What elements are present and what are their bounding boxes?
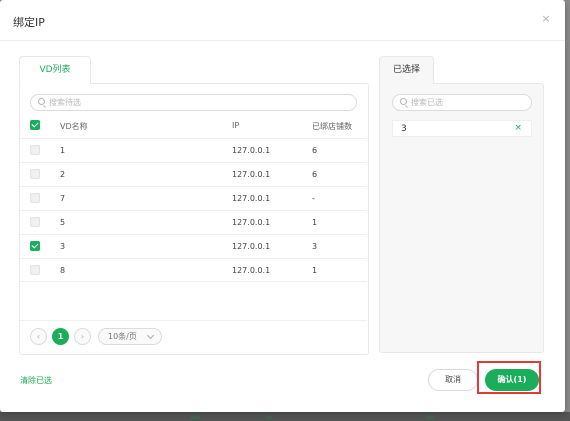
- checkbox-unchecked-icon: [30, 169, 40, 179]
- table-row[interactable]: 5 127.0.0.1 1: [20, 210, 367, 234]
- row-count: 6: [312, 146, 318, 155]
- page-size-value: 10条/页: [108, 332, 137, 341]
- row-name: 7: [60, 194, 66, 203]
- row-name: 3: [60, 242, 66, 251]
- divider: [0, 40, 565, 41]
- prev-page-button[interactable]: ‹: [30, 328, 47, 345]
- table-row[interactable]: 3 127.0.0.1 3: [20, 234, 367, 258]
- remove-icon[interactable]: ×: [514, 123, 522, 133]
- tab-selected-label: 已选择: [392, 65, 420, 75]
- row-ip: 127.0.0.1: [232, 146, 271, 155]
- chevron-down-icon: [146, 331, 155, 340]
- row-ip: 127.0.0.1: [232, 242, 271, 251]
- search-icon: [400, 98, 407, 105]
- background-element: [265, 415, 273, 419]
- row-name: 8: [60, 266, 66, 275]
- column-header-ip: IP: [232, 121, 240, 130]
- column-header-count: 已绑店铺数: [312, 122, 352, 131]
- current-page-button[interactable]: 1: [52, 328, 69, 345]
- row-count: 3: [312, 242, 318, 251]
- row-ip: 127.0.0.1: [232, 266, 271, 275]
- table-row[interactable]: 7 127.0.0.1 -: [20, 186, 367, 210]
- table-bottom-divider: [20, 320, 367, 321]
- table-row[interactable]: 2 127.0.0.1 6: [20, 162, 367, 186]
- row-ip: 127.0.0.1: [232, 170, 271, 179]
- search-placeholder: 搜索已选: [411, 98, 443, 107]
- checkbox-unchecked-icon: [30, 193, 40, 203]
- background-element: [425, 415, 435, 419]
- clear-selected-link[interactable]: 清除已选: [20, 375, 52, 386]
- confirm-button[interactable]: 确认(1): [485, 369, 539, 391]
- table-header: VD名称 IP 已绑店铺数: [20, 114, 367, 138]
- dialog-title: 绑定IP: [13, 16, 45, 29]
- next-page-button[interactable]: ›: [74, 328, 91, 345]
- column-header-name: VD名称: [60, 122, 88, 131]
- table-row[interactable]: 8 127.0.0.1 1: [20, 258, 367, 282]
- selected-item-label: 3: [401, 124, 407, 134]
- checkbox-unchecked-icon: [30, 265, 40, 275]
- page-size-select[interactable]: 10条/页: [98, 328, 162, 345]
- tab-vd-list[interactable]: VD列表: [19, 56, 91, 84]
- row-ip: 127.0.0.1: [232, 218, 271, 227]
- search-input-pending[interactable]: 搜索待选: [30, 94, 357, 111]
- row-name: 5: [60, 218, 66, 227]
- row-count: 1: [312, 266, 318, 275]
- row-name: 1: [60, 146, 66, 155]
- background-page-strip: [0, 412, 570, 421]
- tab-selected[interactable]: 已选择: [379, 56, 434, 84]
- background-element: [190, 415, 200, 419]
- checkbox-unchecked-icon: [30, 217, 40, 227]
- search-input-selected[interactable]: 搜索已选: [392, 94, 532, 111]
- search-placeholder: 搜索待选: [49, 98, 81, 107]
- close-icon[interactable]: ×: [540, 13, 552, 25]
- row-count: -: [312, 194, 315, 203]
- row-name: 2: [60, 170, 66, 179]
- row-ip: 127.0.0.1: [232, 194, 271, 203]
- tab-vd-list-label: VD列表: [39, 65, 71, 75]
- row-count: 1: [312, 218, 318, 227]
- checkbox-unchecked-icon: [30, 145, 40, 155]
- checkbox-checked-icon: [30, 120, 40, 130]
- search-icon: [38, 98, 45, 105]
- table-row[interactable]: 1 127.0.0.1 6: [20, 138, 367, 162]
- row-count: 6: [312, 170, 318, 179]
- checkbox-checked-icon: [30, 241, 40, 251]
- selected-item: 3 ×: [392, 120, 532, 137]
- cancel-button[interactable]: 取消: [428, 369, 478, 391]
